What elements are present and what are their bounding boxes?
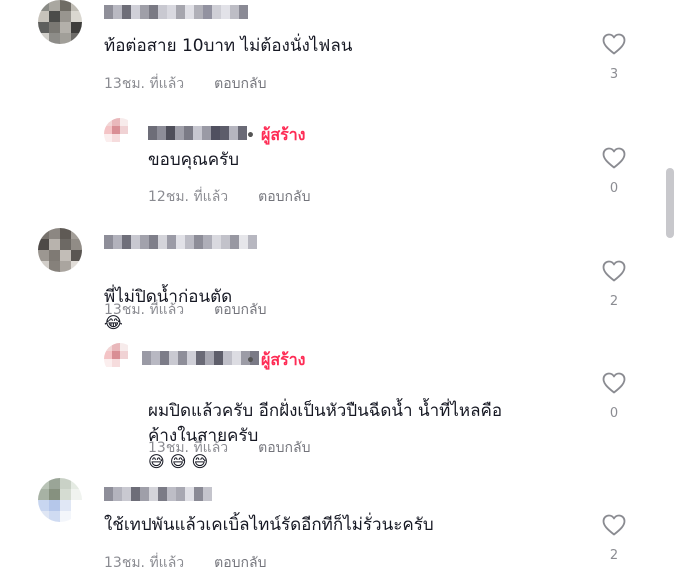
comment-meta: 13ชม. ที่แล้ว ตอบกลับ xyxy=(104,73,266,95)
like-button[interactable]: 2 xyxy=(601,260,627,309)
comment-time: 13ชม. ที่แล้ว xyxy=(104,555,185,571)
avatar[interactable] xyxy=(38,0,82,44)
avatar[interactable] xyxy=(38,478,82,522)
username[interactable] xyxy=(104,4,248,20)
comment-meta: 12ชม. ที่แล้ว ตอบกลับ xyxy=(148,186,310,208)
username[interactable] xyxy=(142,350,259,366)
avatar[interactable] xyxy=(104,118,136,150)
reply-button[interactable]: ตอบกลับ xyxy=(214,299,266,321)
separator-dot: • xyxy=(246,127,255,144)
scrollbar-thumb[interactable] xyxy=(666,168,674,238)
reply-button[interactable]: ตอบกลับ xyxy=(258,186,310,208)
like-button[interactable]: 2 xyxy=(601,514,627,563)
like-count: 2 xyxy=(609,548,619,563)
comment-time: 12ชม. ที่แล้ว xyxy=(148,189,229,205)
heart-outline-icon xyxy=(601,514,627,536)
like-button[interactable]: 0 xyxy=(601,372,627,421)
comment-meta: 13ชม. ที่แล้ว ตอบกลับ xyxy=(104,299,266,321)
like-button[interactable]: 3 xyxy=(601,33,627,82)
username[interactable] xyxy=(148,125,247,141)
comment-text: ผมปิดแล้วครับ อีกฝั่งเป็นหัวปืนฉีดน้ำ น้… xyxy=(148,374,502,475)
avatar[interactable] xyxy=(104,343,136,375)
comment-text: พี่ไม่ปิดน้ำก่อนตัด 😂 xyxy=(104,260,232,336)
creator-badge: • ผู้สร้าง xyxy=(246,123,305,148)
comment-time: 13ชม. ที่แล้ว xyxy=(104,76,185,92)
heart-outline-icon xyxy=(601,372,627,394)
like-count: 0 xyxy=(609,181,619,196)
heart-outline-icon xyxy=(601,260,627,282)
like-count: 2 xyxy=(609,294,619,309)
like-count: 0 xyxy=(609,406,619,421)
comment-meta: 13ชม. ที่แล้ว ตอบกลับ xyxy=(104,552,266,574)
reply-button[interactable]: ตอบกลับ xyxy=(214,73,266,95)
comment-meta: 13ชม. ที่แล้ว ตอบกลับ xyxy=(148,437,310,459)
comment-text: ท้อต่อสาย 10บาท ไม่ต้องนั่งไฟลน xyxy=(104,36,353,56)
comment-time: 13ชม. ที่แล้ว xyxy=(148,440,229,456)
like-button[interactable]: 0 xyxy=(601,147,627,196)
heart-outline-icon xyxy=(601,33,627,55)
avatar[interactable] xyxy=(38,228,82,272)
comment-text: ใช้เทปพันแล้วเคเบิ้ลไทน์รัดอีกทีก็ไม่รั่… xyxy=(104,515,434,535)
creator-label: ผู้สร้าง xyxy=(260,350,306,369)
creator-badge: • ผู้สร้าง xyxy=(246,348,305,373)
reply-button[interactable]: ตอบกลับ xyxy=(258,437,310,459)
reply-button[interactable]: ตอบกลับ xyxy=(214,552,266,574)
heart-outline-icon xyxy=(601,147,627,169)
like-count: 3 xyxy=(609,67,619,82)
comment-time: 13ชม. ที่แล้ว xyxy=(104,302,185,318)
separator-dot: • xyxy=(246,352,255,369)
comment-text: ขอบคุณครับ xyxy=(148,150,240,170)
username[interactable] xyxy=(104,234,257,250)
creator-label: ผู้สร้าง xyxy=(260,125,306,144)
username[interactable] xyxy=(104,486,212,502)
